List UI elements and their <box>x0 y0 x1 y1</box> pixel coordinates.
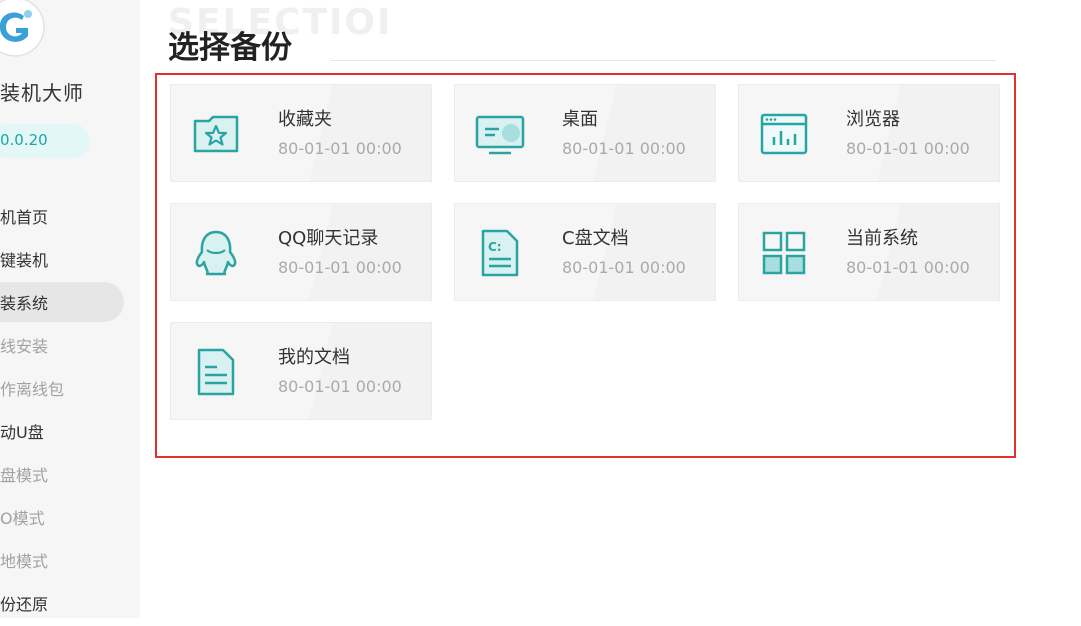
title-divider <box>330 60 996 61</box>
sidebar-item-boot-usb[interactable]: 动U盘 <box>0 411 140 454</box>
backup-card-browser[interactable]: 浏览器 80-01-01 00:00 <box>738 84 1000 182</box>
backup-card-current-system[interactable]: 当前系统 80-01-01 00:00 <box>738 203 1000 301</box>
sidebar-item-offline-package[interactable]: 作离线包 <box>0 368 140 411</box>
card-timestamp: 80-01-01 00:00 <box>846 139 970 158</box>
sidebar-item-backup-restore[interactable]: 份还原 <box>0 583 140 626</box>
card-title: C盘文档 <box>562 228 629 249</box>
backup-card-favorites[interactable]: 收藏夹 80-01-01 00:00 <box>170 84 432 182</box>
sidebar-item-one-click-install[interactable]: 键装机 <box>0 239 140 282</box>
sidebar-item-label: 盘模式 <box>0 466 49 485</box>
c-drive-document-icon: C: <box>481 229 519 277</box>
card-title: 桌面 <box>562 109 598 130</box>
sidebar-item-label: 份还原 <box>0 595 49 614</box>
app-name: 装机大师 <box>0 81 84 105</box>
svg-text:C:: C: <box>488 240 502 254</box>
sidebar-item-label: O模式 <box>0 509 45 528</box>
card-timestamp: 80-01-01 00:00 <box>562 258 686 277</box>
system-grid-icon <box>762 231 806 275</box>
backup-card-c-drive-docs[interactable]: C: C盘文档 80-01-01 00:00 <box>454 203 716 301</box>
card-title: 当前系统 <box>846 228 918 249</box>
sidebar: 装机大师 0.0.20 机首页 键装机 装系统 线安装 作离线包 动U盘 盘模式… <box>0 0 140 618</box>
card-timestamp: 80-01-01 00:00 <box>278 139 402 158</box>
sidebar-item-label: 键装机 <box>0 251 49 270</box>
card-timestamp: 80-01-01 00:00 <box>278 377 402 396</box>
sidebar-item-label: 作离线包 <box>0 380 65 399</box>
favorites-star-icon <box>193 115 239 153</box>
card-title: QQ聊天记录 <box>278 228 379 249</box>
card-timestamp: 80-01-01 00:00 <box>562 139 686 158</box>
version-label: 0.0.20 <box>0 131 48 149</box>
app-logo-icon <box>0 0 45 57</box>
sidebar-item-label: 装系统 <box>0 294 49 313</box>
sidebar-item-usb-mode[interactable]: 盘模式 <box>0 454 140 497</box>
backup-card-desktop[interactable]: 桌面 80-01-01 00:00 <box>454 84 716 182</box>
sidebar-item-label: 线安装 <box>0 337 49 356</box>
sidebar-item-online-install[interactable]: 线安装 <box>0 325 140 368</box>
sidebar-item-local-mode[interactable]: 地模式 <box>0 540 140 583</box>
my-documents-icon <box>197 348 235 396</box>
card-timestamp: 80-01-01 00:00 <box>846 258 970 277</box>
desktop-monitor-icon <box>475 115 525 155</box>
sidebar-item-label: 动U盘 <box>0 423 44 442</box>
backup-card-my-documents[interactable]: 我的文档 80-01-01 00:00 <box>170 322 432 420</box>
version-badge: 0.0.20 <box>0 124 90 158</box>
backup-card-qq-chat[interactable]: QQ聊天记录 80-01-01 00:00 <box>170 203 432 301</box>
card-title: 我的文档 <box>278 347 350 368</box>
sidebar-item-label: 机首页 <box>0 208 49 227</box>
sidebar-item-label: 地模式 <box>0 552 49 571</box>
card-title: 浏览器 <box>846 109 900 130</box>
sidebar-item-home[interactable]: 机首页 <box>0 196 140 239</box>
sidebar-item-iso-mode[interactable]: O模式 <box>0 497 140 540</box>
card-timestamp: 80-01-01 00:00 <box>278 258 402 277</box>
qq-penguin-icon <box>195 230 237 276</box>
sidebar-menu: 机首页 键装机 装系统 线安装 作离线包 动U盘 盘模式 O模式 地模式 份还原 <box>0 196 140 626</box>
browser-window-icon <box>760 113 808 155</box>
card-title: 收藏夹 <box>278 109 332 130</box>
page-title: 选择备份 <box>168 30 292 66</box>
sidebar-item-install-system[interactable]: 装系统 <box>0 282 140 325</box>
